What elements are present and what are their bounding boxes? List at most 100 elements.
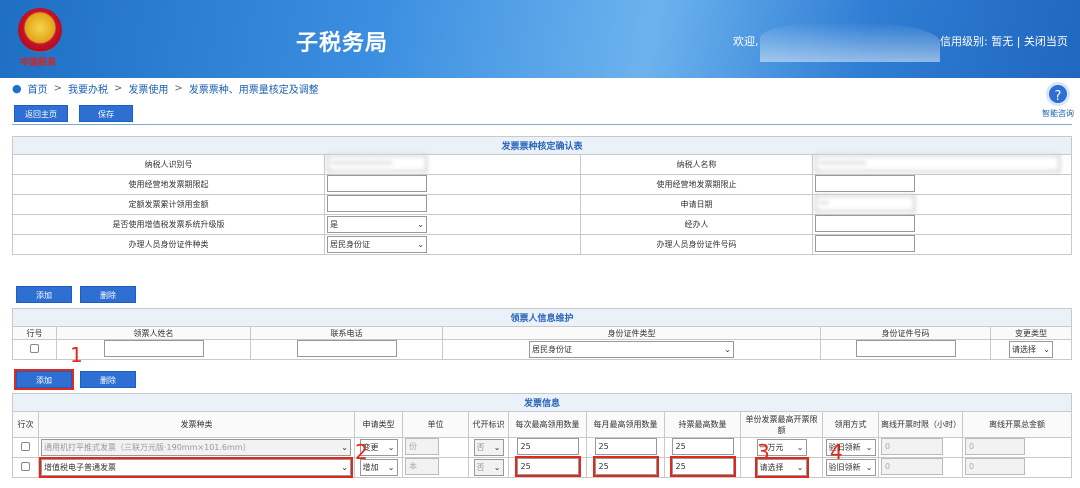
col-id-type: 身份证件类型 xyxy=(442,326,821,340)
chevron-down-icon: ⌄ xyxy=(417,240,424,249)
header-links: 信用级别: 暂无 | 关闭当页 xyxy=(940,33,1068,49)
breadcrumb-home[interactable]: 首页 xyxy=(28,81,48,96)
chevron-down-icon: ⌄ xyxy=(1043,345,1050,354)
col-collect-method: 领用方式 xyxy=(822,411,879,438)
collector-change-type-select[interactable]: 请选择 ⌄ xyxy=(1009,341,1053,358)
quota-amount-label: 定额发票累计领用金额 xyxy=(12,194,325,215)
annotation-marker: 4 xyxy=(830,440,843,464)
taxpayer-name-label: 纳税人名称 xyxy=(580,154,813,175)
location-pin-icon: ● xyxy=(12,81,22,95)
offline-hours-field: 0 xyxy=(881,458,943,475)
handler-label: 经办人 xyxy=(580,214,813,235)
agent-flag-select[interactable]: 否 ⌄ xyxy=(473,439,504,456)
per-time-field[interactable]: 25 xyxy=(514,456,581,477)
per-month-field[interactable]: 25 xyxy=(592,456,659,477)
invoice-kind-select[interactable]: 通用机打平推式发票（三联万元版·190mm×101.6mm） ⌄ xyxy=(41,439,351,456)
chevron-down-icon: ⌄ xyxy=(341,443,348,452)
offline-amount-field: 0 xyxy=(965,458,1025,475)
chevron-down-icon: ⌄ xyxy=(417,220,424,229)
upgraded-system-select[interactable]: 是 ⌄ xyxy=(327,216,427,233)
col-line-no: 行次 xyxy=(12,411,39,438)
chevron-down-icon: ⌄ xyxy=(341,463,348,472)
back-home-button[interactable]: 返回主页 xyxy=(14,105,68,122)
invoice-info-table: 发票信息 行次 发票种类 申请类型 单位 代开标识 每次最高领用数量 每月最高领… xyxy=(12,393,1072,478)
toolbar-divider xyxy=(12,124,1072,125)
chevron-down-icon: ⌄ xyxy=(493,443,501,452)
hold-max-field[interactable]: 25 xyxy=(669,456,736,477)
invoice-table-caption: 发票信息 xyxy=(12,393,1072,412)
add-collector-button[interactable]: 添加 xyxy=(16,286,72,303)
collector-phone-field[interactable] xyxy=(296,340,397,357)
handler-id-type-select[interactable]: 居民身份证 ⌄ xyxy=(327,236,427,253)
header-banner: 中国税务 子税务局 欢迎, 信用级别: 暂无 | 关闭当页 xyxy=(0,0,1080,78)
col-single-limit: 单份发票最高开票限额 xyxy=(740,411,823,438)
invoice-kind-select[interactable]: 增值税电子普通发票 ⌄ xyxy=(39,457,353,478)
confirm-table-caption: 发票票种核定确认表 xyxy=(12,136,1072,155)
chevron-down-icon: ⌄ xyxy=(865,443,873,452)
smart-consult[interactable]: ? 智能咨询 xyxy=(1038,82,1078,119)
chevron-down-icon: ⌄ xyxy=(724,345,731,354)
quota-amount-field[interactable] xyxy=(327,195,427,212)
handler-id-number-field[interactable] xyxy=(815,235,915,252)
taxpayer-name-field[interactable]: •••••••••• xyxy=(815,155,1060,172)
save-button[interactable]: 保存 xyxy=(79,105,133,122)
collector-name-field[interactable] xyxy=(103,340,204,357)
col-row-no: 行号 xyxy=(12,326,57,340)
add-invoice-button[interactable]: 添加 xyxy=(14,369,74,390)
col-id-number: 身份证件号码 xyxy=(820,326,991,340)
delete-collector-button[interactable]: 删除 xyxy=(80,286,136,303)
period-start-field[interactable] xyxy=(327,175,427,192)
collector-id-type-select[interactable]: 居民身份证 ⌄ xyxy=(529,341,734,358)
period-end-label: 使用经营地发票期限止 xyxy=(580,174,813,195)
annotation-marker: 3 xyxy=(757,440,770,464)
hold-max-field[interactable]: 25 xyxy=(671,438,734,455)
per-month-field[interactable]: 25 xyxy=(594,438,657,455)
handler-field[interactable] xyxy=(815,215,915,232)
collector-table: 领票人信息维护 行号 领票人姓名 联系电话 身份证件类型 身份证件号码 变更类型… xyxy=(12,308,1072,360)
close-page-link[interactable]: 关闭当页 xyxy=(1024,35,1068,48)
annotation-marker: 1 xyxy=(70,343,83,367)
period-end-field[interactable] xyxy=(815,175,915,192)
site-title: 子税务局 xyxy=(296,31,389,56)
col-unit: 单位 xyxy=(402,411,469,438)
row-checkbox[interactable] xyxy=(21,442,30,451)
col-invoice-kind: 发票种类 xyxy=(38,411,355,438)
apply-date-label: 申请日期 xyxy=(580,194,813,215)
chat-bot-icon: ? xyxy=(1046,82,1070,106)
delete-invoice-button[interactable]: 删除 xyxy=(80,371,136,388)
period-start-label: 使用经营地发票期限起 xyxy=(12,174,325,195)
unit-field: 份 xyxy=(405,438,439,455)
per-time-field[interactable]: 25 xyxy=(516,438,579,455)
handler-id-type-label: 办理人员身份证件种类 xyxy=(12,234,325,255)
row-checkbox[interactable] xyxy=(30,344,39,353)
taxpayer-id-field[interactable]: ••••••••••••• xyxy=(327,155,427,172)
collector-id-number-field[interactable] xyxy=(855,340,956,357)
emblem-caption: 中国税务 xyxy=(20,58,57,68)
breadcrumb-separator: > xyxy=(174,82,183,94)
chevron-down-icon: ⌄ xyxy=(796,463,804,472)
smart-consult-label: 智能咨询 xyxy=(1042,109,1074,118)
agent-flag-select[interactable]: 否 ⌄ xyxy=(473,459,504,476)
credit-level: 信用级别: 暂无 xyxy=(940,35,1014,48)
breadcrumb-current: 发票票种、用票量核定及调整 xyxy=(188,84,319,96)
invoice-type-confirm-table: 发票票种核定确认表 纳税人识别号 ••••••••••••• 纳税人名称 •••… xyxy=(12,136,1072,255)
apply-date-field[interactable]: •• xyxy=(815,195,915,212)
tax-emblem-icon xyxy=(18,8,62,52)
col-phone: 联系电话 xyxy=(250,326,443,340)
col-apply-type: 申请类型 xyxy=(354,411,403,438)
unit-field: 本 xyxy=(405,458,439,475)
chevron-down-icon: ⌄ xyxy=(387,443,395,452)
col-agent-flag: 代开标识 xyxy=(468,411,509,438)
col-hold-max: 持票最高数量 xyxy=(664,411,741,438)
offline-hours-field: 0 xyxy=(881,438,943,455)
header-separator: | xyxy=(1016,35,1021,48)
col-per-time-max: 每次最高领用数量 xyxy=(508,411,587,438)
row-checkbox[interactable] xyxy=(21,462,30,471)
collector-table-caption: 领票人信息维护 xyxy=(12,308,1072,327)
col-collector-name: 领票人姓名 xyxy=(56,326,251,340)
breadcrumb-tax[interactable]: 我要办税 xyxy=(68,81,108,96)
col-per-month-max: 每月最高领用数量 xyxy=(586,411,665,438)
breadcrumb-invoice-use[interactable]: 发票使用 xyxy=(128,81,168,96)
handler-id-number-label: 办理人员身份证件号码 xyxy=(580,234,813,255)
annotation-marker: 2 xyxy=(355,440,368,464)
